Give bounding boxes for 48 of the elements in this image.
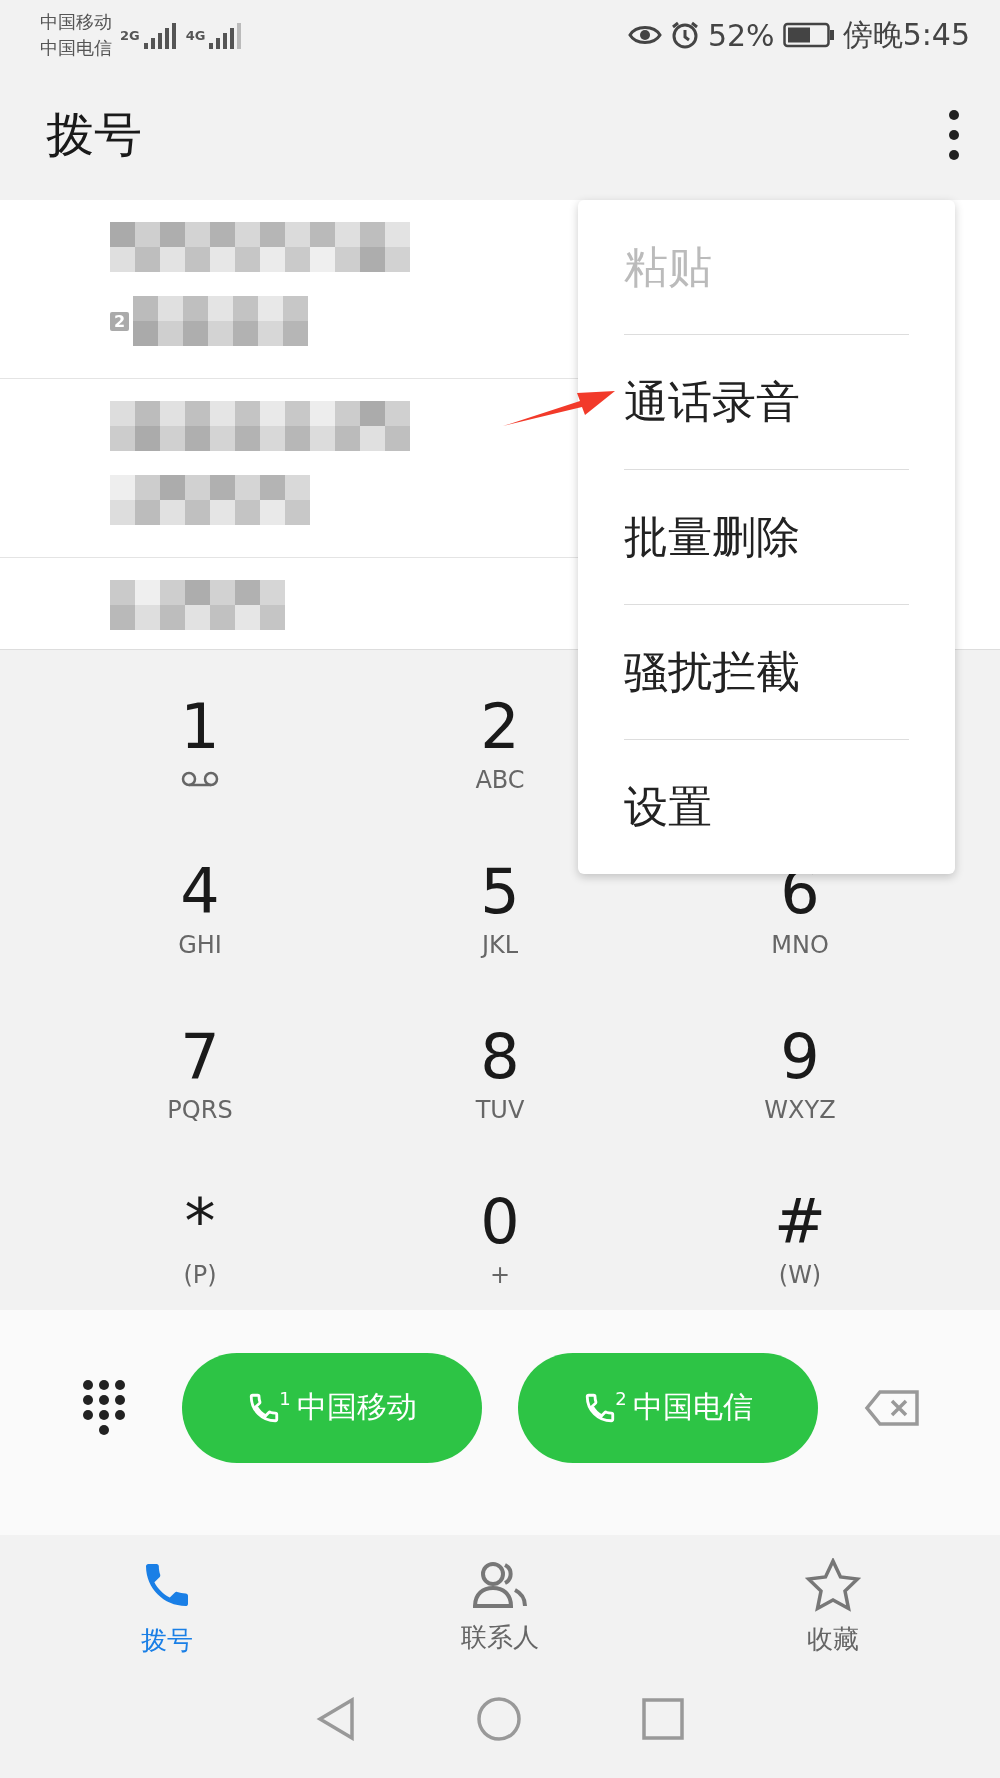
page-title: 拨号	[46, 105, 142, 164]
key-letters: TUV	[475, 1096, 525, 1124]
key-letters: +	[489, 1261, 511, 1289]
key-letters: MNO	[771, 931, 829, 959]
key-letters: WXYZ	[764, 1096, 836, 1124]
battery-icon	[782, 22, 835, 48]
battery-percent: 52%	[707, 17, 775, 53]
dial-key[interactable]: 9	[780, 1022, 820, 1092]
star-icon	[805, 1558, 862, 1612]
dial-key[interactable]: 1	[180, 692, 220, 762]
nav-tab[interactable]: 拨号	[0, 1535, 334, 1680]
dial-key[interactable]: 7	[180, 1022, 220, 1092]
network-type: 4G	[185, 27, 206, 43]
carrier-name: 中国电信	[40, 36, 112, 60]
clock: 傍晚5:45	[842, 15, 970, 54]
contacts-icon	[471, 1560, 529, 1610]
key-letters: (P)	[183, 1261, 217, 1289]
key-letters: JKL	[481, 931, 519, 959]
alarm-icon	[669, 20, 700, 50]
menu-item[interactable]: 设置	[624, 740, 909, 874]
more-options-icon[interactable]	[948, 109, 960, 161]
backspace-icon[interactable]	[864, 1388, 920, 1427]
network-type: 2G	[120, 27, 140, 43]
dial-key[interactable]: 8	[480, 1022, 520, 1092]
signal-icon	[209, 21, 244, 49]
home-icon[interactable]	[476, 1696, 522, 1742]
dial-key[interactable]: 4	[180, 857, 220, 927]
nav-tab[interactable]: 联系人	[333, 1535, 667, 1680]
key-letters: PQRS	[167, 1096, 233, 1124]
key-letters: ABC	[475, 766, 525, 794]
dial-key[interactable]: 2	[480, 692, 520, 762]
menu-item[interactable]: 通话录音	[624, 335, 909, 470]
menu-item[interactable]: 批量删除	[624, 470, 909, 605]
key-letters: GHI	[178, 931, 222, 959]
eye-icon	[627, 23, 662, 47]
dialpad-icon[interactable]	[82, 1378, 126, 1437]
dial-key[interactable]: #	[774, 1187, 826, 1257]
signal-icon	[143, 21, 178, 49]
menu-item[interactable]: 骚扰拦截	[624, 605, 909, 740]
dial-key[interactable]: *	[184, 1187, 216, 1257]
key-letters: (W)	[778, 1261, 822, 1289]
dial-key[interactable]: 5	[480, 857, 520, 927]
sim-badge: 2	[110, 311, 130, 331]
recents-icon[interactable]	[642, 1698, 684, 1740]
carrier-name: 中国移动	[40, 10, 112, 34]
back-icon[interactable]	[316, 1697, 356, 1741]
dial-key[interactable]: 0	[480, 1187, 520, 1257]
nav-tab[interactable]: 收藏	[666, 1535, 1000, 1680]
